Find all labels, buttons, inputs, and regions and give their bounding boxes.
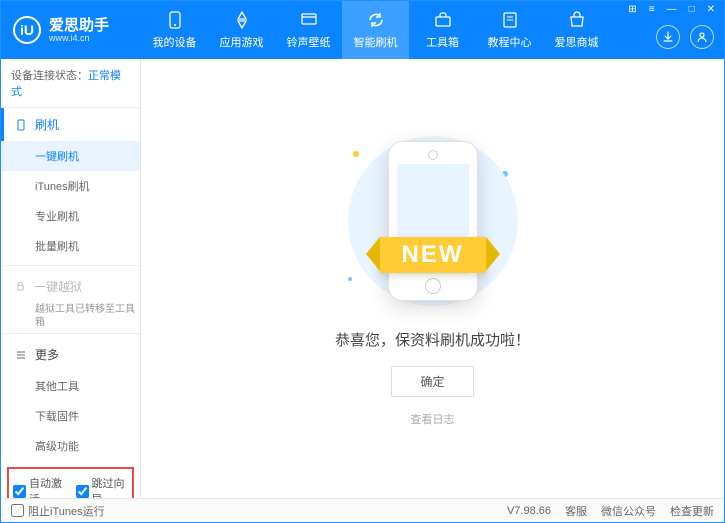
layout-icon[interactable]: ⊞ xyxy=(625,4,639,15)
lock-icon xyxy=(15,281,26,292)
nav-item-6[interactable]: 爱思商城 xyxy=(543,1,610,59)
sidebar-section-more[interactable]: 更多 xyxy=(1,338,140,371)
sidebar-item-flash-0[interactable]: 一键刷机 xyxy=(1,141,140,171)
success-illustration: NEW xyxy=(333,131,533,311)
nav-label: 铃声壁纸 xyxy=(287,34,331,50)
minimize-button[interactable]: — xyxy=(664,4,680,15)
phone-icon xyxy=(165,10,185,30)
skip-guide-checkbox[interactable]: 跳过向导 xyxy=(76,475,129,498)
music-icon xyxy=(299,10,319,30)
sidebar-item-flash-2[interactable]: 专业刷机 xyxy=(1,201,140,231)
nav-label: 我的设备 xyxy=(153,34,197,50)
nav-label: 工具箱 xyxy=(426,34,459,50)
nav-label: 智能刷机 xyxy=(354,34,398,50)
phone-icon xyxy=(15,119,27,131)
nav-item-2[interactable]: 铃声壁纸 xyxy=(275,1,342,59)
download-icon[interactable] xyxy=(656,25,680,49)
close-button[interactable]: ✕ xyxy=(704,4,718,15)
menu-icon[interactable]: ≡ xyxy=(646,4,658,15)
success-message: 恭喜您，保资料刷机成功啦！ xyxy=(335,329,530,350)
nav-item-3[interactable]: 智能刷机 xyxy=(342,1,409,59)
nav-item-4[interactable]: 工具箱 xyxy=(409,1,476,59)
sidebar-item-more-2[interactable]: 高级功能 xyxy=(1,431,140,461)
sidebar-item-more-1[interactable]: 下载固件 xyxy=(1,401,140,431)
nav-label: 爱思商城 xyxy=(555,34,599,50)
nav-label: 应用游戏 xyxy=(220,34,264,50)
app-url: www.i4.cn xyxy=(49,33,109,43)
logo-icon: iU xyxy=(13,16,41,44)
maximize-button[interactable]: □ xyxy=(686,4,698,15)
menu-icon xyxy=(15,349,27,361)
logo-area: iU 爱思助手 www.i4.cn xyxy=(1,16,141,44)
jailbreak-note: 越狱工具已转移至工具箱 xyxy=(1,303,140,329)
sidebar-section-flash[interactable]: 刷机 xyxy=(1,108,140,141)
sidebar: 设备连接状态：正常模式 刷机 一键刷机iTunes刷机专业刷机批量刷机 一键越狱… xyxy=(1,59,141,498)
shop-icon xyxy=(567,10,587,30)
nav-item-0[interactable]: 我的设备 xyxy=(141,1,208,59)
sidebar-item-more-0[interactable]: 其他工具 xyxy=(1,371,140,401)
sidebar-item-flash-1[interactable]: iTunes刷机 xyxy=(1,171,140,201)
confirm-button[interactable]: 确定 xyxy=(391,366,473,397)
sidebar-section-jailbreak[interactable]: 一键越狱 xyxy=(1,270,140,303)
nav-item-5[interactable]: 教程中心 xyxy=(476,1,543,59)
user-icon[interactable] xyxy=(690,25,714,49)
main-content: NEW 恭喜您，保资料刷机成功啦！ 确定 查看日志 xyxy=(141,59,724,498)
nav-label: 教程中心 xyxy=(488,34,532,50)
toolbox-icon xyxy=(433,10,453,30)
update-link[interactable]: 检查更新 xyxy=(670,503,714,519)
header: iU 爱思助手 www.i4.cn 我的设备 应用游戏 铃声壁纸 智能刷机 工具箱 教程中… xyxy=(1,1,724,59)
checkbox-row: 自动激活 跳过向导 xyxy=(7,467,134,498)
app-name: 爱思助手 xyxy=(49,18,109,33)
refresh-icon xyxy=(366,10,386,30)
sidebar-item-flash-3[interactable]: 批量刷机 xyxy=(1,231,140,261)
apps-icon xyxy=(232,10,252,30)
wechat-link[interactable]: 微信公众号 xyxy=(601,503,656,519)
window-controls: ⊞ ≡ — □ ✕ xyxy=(625,4,718,15)
top-nav: 我的设备 应用游戏 铃声壁纸 智能刷机 工具箱 教程中心 爱思商城 xyxy=(141,1,610,59)
connection-status: 设备连接状态：正常模式 xyxy=(1,59,140,108)
auto-activate-checkbox[interactable]: 自动激活 xyxy=(13,475,66,498)
version-label: V7.98.66 xyxy=(507,505,551,517)
footer: 阻止iTunes运行 V7.98.66 客服 微信公众号 检查更新 xyxy=(1,498,724,522)
block-itunes-checkbox[interactable]: 阻止iTunes运行 xyxy=(11,503,105,519)
nav-item-1[interactable]: 应用游戏 xyxy=(208,1,275,59)
support-link[interactable]: 客服 xyxy=(565,503,587,519)
view-log-link[interactable]: 查看日志 xyxy=(411,411,455,427)
book-icon xyxy=(500,10,520,30)
new-ribbon: NEW xyxy=(380,237,486,273)
